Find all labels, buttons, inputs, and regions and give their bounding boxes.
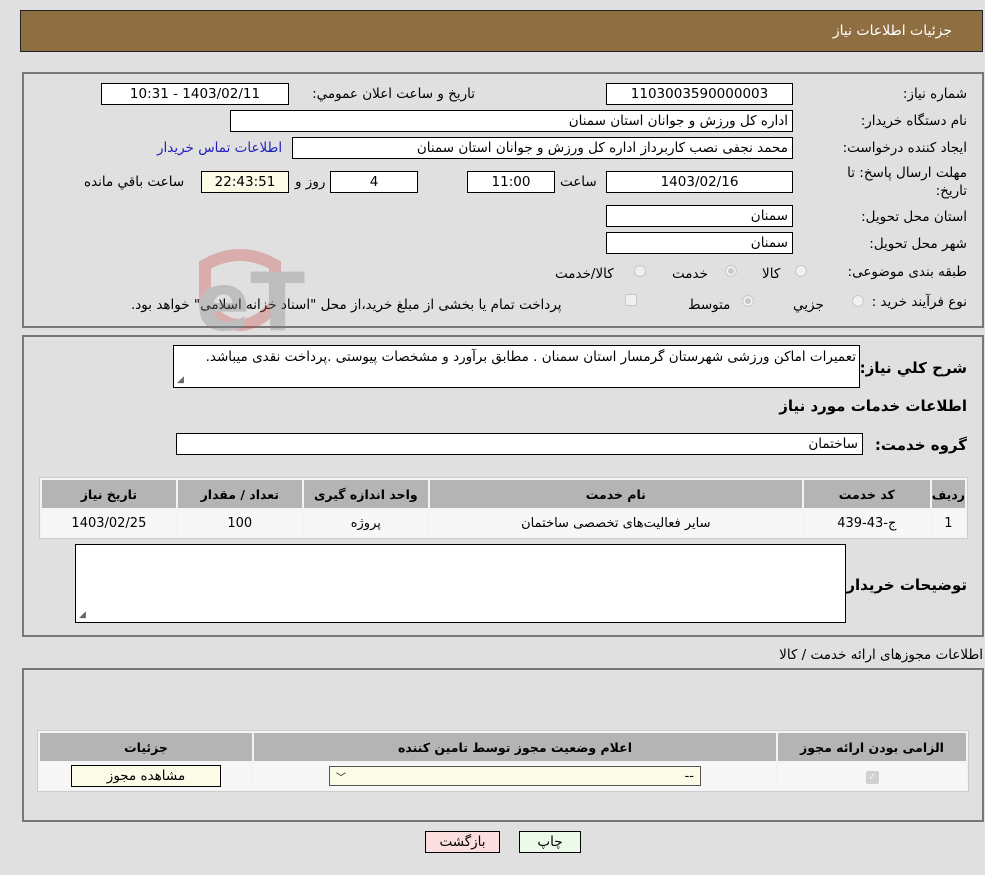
buyer-org-field: اداره کل ورزش و جوانان استان سمنان <box>230 110 793 132</box>
services-table: رديف کد خدمت نام خدمت واحد اندازه گيری ت… <box>39 477 968 539</box>
deadline-time-field: 11:00 <box>467 171 555 193</box>
days-remaining-field: 4 <box>330 171 418 193</box>
service-group-label: گروه خدمت: <box>874 436 967 454</box>
category-label: طبقه بندی موضوعی: <box>847 264 967 280</box>
permit-status-value: -- <box>684 768 694 784</box>
announce-datetime-label: تاریخ و ساعت اعلان عمومي: <box>312 86 475 102</box>
requester-field: محمد نجفی نصب کاربرداز اداره کل ورزش و ج… <box>292 137 793 159</box>
resize-handle-icon[interactable]: ◢ <box>177 375 184 385</box>
col-service-name: نام خدمت <box>429 480 802 508</box>
print-button[interactable]: چاپ <box>519 831 581 853</box>
need-number-field: 1103003590000003 <box>606 83 793 105</box>
page-header: جزئیات اطلاعات نیاز <box>20 10 983 52</box>
col-service-code: کد خدمت <box>803 480 930 508</box>
view-permit-button[interactable]: مشاهده مجوز <box>71 765 221 787</box>
cell-permit-details: مشاهده مجوز <box>40 763 252 789</box>
description-label: شرح کلي نياز: <box>859 359 967 377</box>
buyer-notes-label: توضيحات خريدار: <box>840 576 967 594</box>
purchase-type-option-minor: جزيي <box>793 297 824 313</box>
table-row: ✓ -- ﹀ مشاهده مجوز <box>40 763 966 789</box>
category-option-goods-service: کالا/خدمت <box>555 266 614 282</box>
col-permit-status: اعلام وضعيت مجوز توسط تامين کننده <box>254 733 776 761</box>
buyer-notes-textarea[interactable]: ◢ <box>75 544 846 623</box>
cell-permit-status: -- ﹀ <box>254 763 776 789</box>
col-row-number: رديف <box>931 480 965 508</box>
description-textarea[interactable]: تعميرات اماکن ورزشی شهرستان گرمسار استان… <box>173 345 860 388</box>
cell-quantity: 100 <box>177 510 302 536</box>
col-unit: واحد اندازه گيری <box>303 480 428 508</box>
cell-row-number: 1 <box>931 510 965 536</box>
treasury-note: پرداخت تمام يا بخشی از مبلغ خريد،از محل … <box>131 297 562 313</box>
permits-table: الزامی بودن ارائه مجوز اعلام وضعيت مجوز … <box>37 730 969 792</box>
services-section-title: اطلاعات خدمات مورد نياز <box>779 397 967 415</box>
delivery-city-field: سمنان <box>606 232 793 254</box>
col-permit-details: جزئيات <box>40 733 252 761</box>
deadline-label-line1: مهلت ارسال پاسخ: تا <box>847 165 967 181</box>
announce-datetime-field: 1403/02/11 - 10:31 <box>101 83 289 105</box>
cell-service-name: ساير فعاليت‌هاى تخصصى ساختمان <box>429 510 802 536</box>
treasury-checkbox[interactable] <box>625 294 637 306</box>
permits-section-title: اطلاعات مجوزهای ارائه خدمت / کالا <box>779 647 983 663</box>
col-permit-required: الزامی بودن ارائه مجوز <box>778 733 966 761</box>
services-table-header: رديف کد خدمت نام خدمت واحد اندازه گيری ت… <box>42 480 965 508</box>
delivery-city-label: شهر محل تحويل: <box>869 236 967 252</box>
category-radio-goods-service[interactable] <box>634 265 646 277</box>
delivery-province-label: استان محل تحويل: <box>861 209 967 225</box>
resize-handle-icon[interactable]: ◢ <box>79 610 86 620</box>
purchase-type-radio-minor[interactable] <box>852 295 864 307</box>
permit-status-select[interactable]: -- ﹀ <box>329 766 701 786</box>
col-quantity: تعداد / مقدار <box>177 480 302 508</box>
time-remaining-field: 22:43:51 <box>201 171 289 193</box>
category-radio-goods[interactable] <box>795 265 807 277</box>
buyer-contact-link[interactable]: اطلاعات تماس خريدار <box>157 140 282 156</box>
buyer-org-label: نام دستگاه خريدار: <box>860 113 967 129</box>
service-group-field: ساختمان <box>176 433 863 455</box>
permits-table-header: الزامی بودن ارائه مجوز اعلام وضعيت مجوز … <box>40 733 966 761</box>
purchase-type-option-medium: متوسط <box>688 297 731 313</box>
cell-service-code: ج-43-439 <box>803 510 930 536</box>
category-option-service: خدمت <box>672 266 708 282</box>
description-text: تعميرات اماکن ورزشی شهرستان گرمسار استان… <box>205 349 856 365</box>
table-row: 1 ج-43-439 ساير فعاليت‌هاى تخصصى ساختمان… <box>42 510 965 536</box>
col-need-date: تاريخ نياز <box>42 480 176 508</box>
requester-label: ايجاد کننده درخواست: <box>842 140 967 156</box>
purchase-type-radio-medium[interactable] <box>742 295 754 307</box>
permit-required-checkbox: ✓ <box>865 770 879 784</box>
chevron-down-icon: ﹀ <box>336 772 346 784</box>
back-button[interactable]: بازگشت <box>425 831 500 853</box>
deadline-time-label: ساعت <box>560 174 597 190</box>
delivery-province-field: سمنان <box>606 205 793 227</box>
time-remaining-label: ساعت باقي مانده <box>84 174 185 190</box>
cell-need-date: 1403/02/25 <box>42 510 176 536</box>
page-title: جزئیات اطلاعات نیاز <box>832 23 952 39</box>
purchase-type-label: نوع فرآيند خريد : <box>871 294 967 310</box>
category-radio-service[interactable] <box>725 265 737 277</box>
days-label: روز و <box>295 174 326 190</box>
need-number-label: شماره نیاز: <box>902 86 967 102</box>
deadline-label-line2: تاريخ: <box>935 183 967 199</box>
cell-permit-required: ✓ <box>778 763 966 789</box>
cell-unit: پروژه <box>303 510 428 536</box>
deadline-date-field: 1403/02/16 <box>606 171 793 193</box>
category-option-goods: کالا <box>762 266 781 282</box>
